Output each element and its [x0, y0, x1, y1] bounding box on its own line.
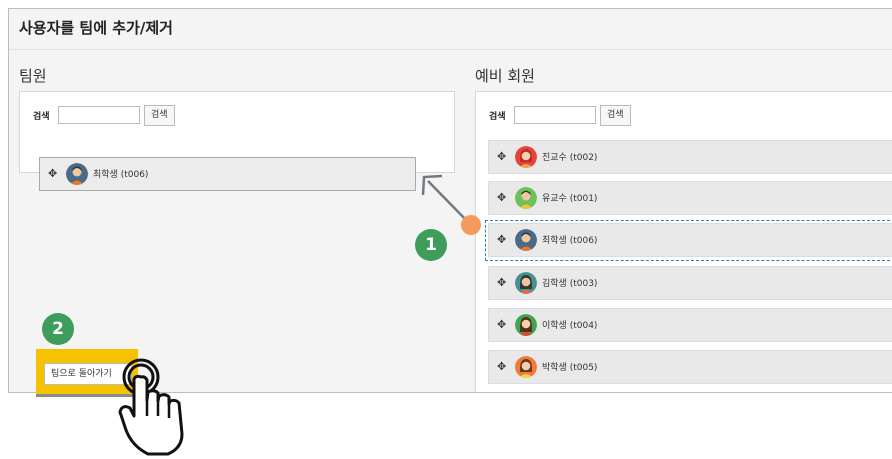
hand-pointer-icon	[118, 358, 184, 456]
step-2-badge: 2	[42, 313, 74, 345]
step-1-badge: 1	[415, 229, 447, 261]
pointer-dot	[461, 215, 481, 235]
